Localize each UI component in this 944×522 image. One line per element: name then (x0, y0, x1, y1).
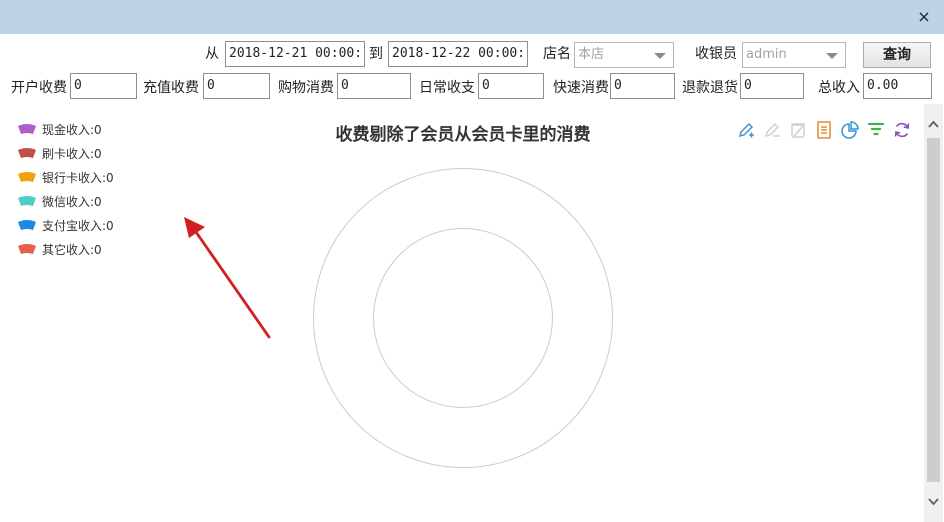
swatch-shape (18, 123, 36, 134)
scrollbar-thumb[interactable] (927, 138, 940, 482)
end-date-input[interactable]: 2018-12-22 00:00: (388, 41, 528, 67)
legend-swatch (18, 147, 36, 158)
stat-field-quick[interactable]: 0 (610, 73, 675, 99)
vertical-scrollbar[interactable] (924, 104, 943, 522)
cashier-select-value: admin (746, 47, 787, 62)
legend-swatch (18, 171, 36, 182)
pie-chart (313, 168, 613, 468)
edit-icon[interactable] (736, 120, 756, 140)
legend-label: 其它收入:0 (42, 242, 102, 257)
start-date-input[interactable]: 2018-12-21 00:00: (225, 41, 365, 67)
stat-field-total[interactable]: 0.00 (863, 73, 932, 99)
legend-item-alipay[interactable]: 支付宝收入:0 (17, 216, 114, 234)
stat-label-refund: 退款退货 (682, 80, 738, 96)
legend-label: 现金收入:0 (42, 122, 102, 137)
stat-field-refund[interactable]: 0 (740, 73, 804, 99)
legend-swatch (18, 123, 36, 134)
swatch-shape (18, 147, 36, 158)
stat-label-recharge-fee: 充值收费 (143, 80, 199, 96)
pie-chart-icon[interactable] (840, 120, 860, 140)
window-titlebar: × (0, 0, 944, 34)
erase-icon[interactable] (762, 120, 782, 140)
swatch-shape (18, 195, 36, 206)
close-icon[interactable]: × (916, 9, 932, 25)
stat-label-shopping: 购物消费 (278, 80, 334, 96)
legend-item-cash[interactable]: 现金收入:0 (17, 120, 102, 138)
stat-label-daily: 日常收支 (419, 80, 475, 96)
store-select[interactable]: 本店 (574, 42, 674, 68)
legend-swatch (18, 195, 36, 206)
refresh-icon[interactable] (892, 120, 912, 140)
stat-label-account-fee: 开户收费 (11, 80, 67, 96)
cashier-label: 收银员 (695, 46, 737, 62)
stat-field-daily[interactable]: 0 (478, 73, 544, 99)
store-label: 店名 (543, 46, 571, 62)
chart-title: 收费剔除了会员从会员卡里的消费 (335, 125, 591, 145)
scroll-down-icon[interactable] (927, 494, 940, 508)
stat-field-account-fee[interactable]: 0 (70, 73, 137, 99)
legend-label: 银行卡收入:0 (42, 170, 114, 185)
report-icon[interactable] (814, 120, 834, 140)
pie-outer-ring (313, 168, 613, 468)
filter-icon[interactable] (866, 120, 886, 140)
stat-label-quick: 快速消费 (553, 80, 609, 96)
chevron-down-icon (654, 53, 666, 59)
cashier-select[interactable]: admin (742, 42, 846, 68)
stat-label-total: 总收入 (818, 80, 860, 96)
to-label: 到 (369, 46, 383, 62)
stat-field-shopping[interactable]: 0 (337, 73, 411, 99)
legend-label: 微信收入:0 (42, 194, 102, 209)
legend-item-card[interactable]: 刷卡收入:0 (17, 144, 102, 162)
stat-field-recharge-fee[interactable]: 0 (203, 73, 270, 99)
legend-item-bank-card[interactable]: 银行卡收入:0 (17, 168, 114, 186)
query-button[interactable]: 查询 (863, 42, 931, 68)
legend-swatch (18, 219, 36, 230)
delete-icon[interactable] (788, 120, 808, 140)
legend-label: 支付宝收入:0 (42, 218, 114, 233)
swatch-shape (18, 219, 36, 230)
swatch-shape (18, 171, 36, 182)
legend-swatch (18, 243, 36, 254)
legend-item-wechat[interactable]: 微信收入:0 (17, 192, 102, 210)
chevron-down-icon (826, 53, 838, 59)
store-select-value: 本店 (578, 47, 605, 62)
scroll-up-icon[interactable] (927, 118, 940, 132)
swatch-shape (18, 243, 36, 254)
legend-item-other[interactable]: 其它收入:0 (17, 240, 102, 258)
from-label: 从 (205, 46, 219, 62)
legend-label: 刷卡收入:0 (42, 146, 102, 161)
pie-inner-ring (373, 228, 553, 408)
